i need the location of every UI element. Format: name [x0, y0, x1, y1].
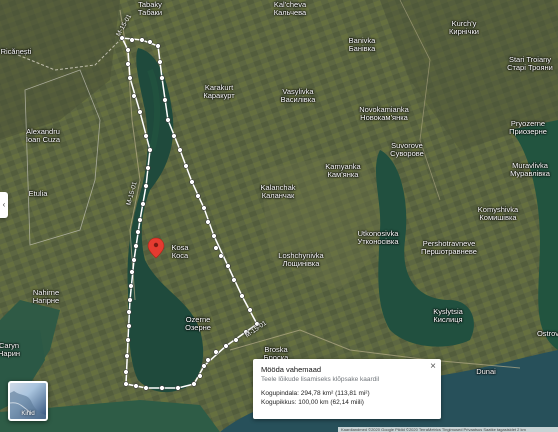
- place-name-alt: Нагірне: [32, 296, 60, 305]
- collapse-panel-button[interactable]: ‹: [0, 192, 8, 218]
- total-area: Kogupindala: 294,78 km² (113,81 mi²): [261, 390, 370, 397]
- place-label: Karakurt Каракурт: [203, 84, 234, 100]
- place-name-alt: Першотравневе: [421, 247, 477, 256]
- place-label: Caryn Нарин: [0, 342, 20, 358]
- place-name: Etulia: [28, 189, 48, 198]
- place-name-alt: Кислиця: [433, 315, 463, 324]
- place-label: Pershotravneve Першотравневе: [421, 240, 477, 256]
- place-label: Kosa Коса: [171, 244, 188, 260]
- place-label: Etulia: [29, 190, 48, 198]
- place-label: Pryozerne Приозерне: [509, 120, 547, 136]
- place-name: Dunai: [476, 367, 496, 376]
- place-name-alt: Новокам'янка: [360, 113, 408, 122]
- place-name-alt: Комишівка: [479, 213, 517, 222]
- close-icon[interactable]: ×: [430, 362, 436, 372]
- place-name-alt: Каракурт: [203, 91, 235, 100]
- place-name-alt: Суворове: [390, 149, 424, 158]
- place-label: Tabaky Табаки: [138, 1, 162, 17]
- place-label: Komyshivka Комишівка: [478, 206, 518, 222]
- place-name: Ostrov: [536, 329, 558, 338]
- place-label: Loshchynivka Лощинівка: [278, 252, 323, 268]
- place-label: Ricănești: [1, 48, 32, 56]
- layers-label: Kihid: [21, 411, 35, 417]
- place-name-alt: Василівка: [280, 95, 316, 104]
- place-label: Kamyanka Кам'янка: [325, 163, 360, 179]
- place-name: Ricănești: [0, 47, 32, 56]
- place-label: Banivka Банівка: [349, 37, 376, 53]
- place-name-alt: Муравлівка: [510, 169, 550, 178]
- place-name-alt: Табаки: [137, 8, 163, 17]
- place-label: Kalanchak Каланчак: [260, 184, 295, 200]
- place-name-alt: Приозерне: [509, 127, 547, 136]
- map-footer: Kaardiandmed ©2020 Google Pildid ©2020 T…: [338, 427, 558, 432]
- place-label: Ozerne Озерне: [185, 316, 211, 332]
- chevron-left-icon: ‹: [2, 200, 6, 209]
- place-label: Nahirne Нагірне: [33, 289, 59, 305]
- place-label: Suvorove Суворове: [390, 142, 424, 158]
- popup-hint: Teele lõikude lisamiseks klõpsake kaardi…: [261, 376, 380, 383]
- total-length: Kogupikkus: 100,00 km (62,14 miili): [261, 399, 364, 406]
- place-label: Stari Troiany Старі Трояни: [507, 56, 553, 72]
- place-name-alt: Кам'янка: [327, 170, 359, 179]
- place-name-alt: Старі Трояни: [507, 63, 553, 72]
- place-name-alt: Озерне: [185, 323, 211, 332]
- place-label: Dunai: [476, 368, 496, 376]
- measure-distance-popup: × Mööda vahemaad Teele lõikude lisamisek…: [253, 359, 441, 419]
- place-label: Muravlivka Муравлівка: [510, 162, 550, 178]
- place-name-alt: Ioan Cuza: [25, 135, 61, 144]
- place-name-alt: Кирнічки: [449, 27, 479, 36]
- place-name-alt: Кальчева: [273, 8, 307, 17]
- place-label: Kurch'y Кирнічки: [449, 20, 479, 36]
- place-name-alt: Банівка: [348, 44, 376, 53]
- place-name-alt: Лощинівка: [282, 259, 320, 268]
- place-label: Novokamianka Новокам'янка: [359, 106, 409, 122]
- place-name-alt: Утконосівка: [357, 237, 399, 246]
- place-label: Utkonosivka Утконосівка: [357, 230, 398, 246]
- place-label: Kyslytsia Кислиця: [433, 308, 463, 324]
- place-label: Alexandru Ioan Cuza: [26, 128, 60, 144]
- popup-title: Mööda vahemaad: [261, 365, 322, 374]
- layers-button[interactable]: Kihid: [8, 381, 48, 421]
- place-name-alt: Коса: [171, 251, 189, 260]
- place-label: Vasylivka Василівка: [281, 88, 316, 104]
- place-label: Ostrov: [537, 330, 558, 338]
- place-name-alt: Каланчак: [261, 191, 295, 200]
- place-label: Kal'cheva Кальчева: [274, 1, 306, 17]
- place-name-alt: Нарин: [0, 349, 21, 358]
